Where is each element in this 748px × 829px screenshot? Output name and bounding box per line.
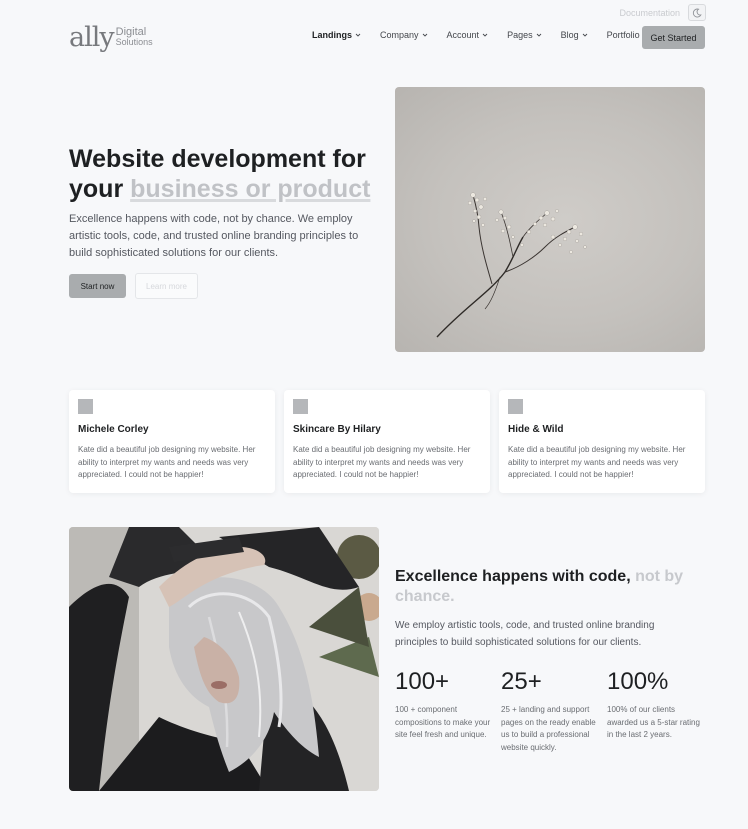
hero-description: Excellence happens with code, not by cha…	[69, 213, 359, 259]
feature-image	[69, 527, 379, 791]
testimonial-card: Michele Corley Kate did a beautiful job …	[69, 390, 275, 493]
chevron-down-icon	[482, 33, 488, 37]
nav-item-pages[interactable]: Pages	[507, 30, 542, 40]
main-nav: Landings Company Account Pages Blog Port…	[312, 30, 668, 40]
stat-value: 100%	[607, 668, 669, 695]
stat-value: 25+	[501, 668, 542, 695]
testimonial-card: Hide & Wild Kate did a beautiful job des…	[499, 390, 705, 493]
logo[interactable]: ally Digital Solutions	[69, 22, 153, 52]
nav-item-label: Account	[446, 30, 480, 40]
stat-text: 100 + component compositions to make you…	[395, 705, 491, 739]
chevron-down-icon	[536, 33, 541, 37]
testimonial-text: Kate did a beautiful job designing my we…	[293, 445, 471, 479]
avatar	[78, 399, 93, 414]
stat-item: 100% 100% of our clients awarded us a 5-…	[607, 667, 707, 742]
nav-item-label: Company	[380, 30, 419, 40]
feature-title-text: Excellence happens with code,	[395, 568, 636, 585]
nav-item-label: Landings	[312, 30, 352, 40]
chevron-down-icon	[355, 33, 361, 37]
testimonial-text: Kate did a beautiful job designing my we…	[508, 445, 686, 479]
nav-item-blog[interactable]: Blog	[561, 30, 588, 40]
avatar	[293, 399, 308, 414]
dried-flower-illustration	[436, 192, 587, 338]
testimonial-card: Skincare By Hilary Kate did a beautiful …	[284, 390, 490, 493]
stat-text: 25 + landing and support pages on the re…	[501, 705, 596, 752]
documentation-link[interactable]: Documentation	[619, 8, 680, 18]
nav-item-label: Portfolio	[606, 30, 640, 40]
avatar	[508, 399, 523, 414]
logo-mark: ally	[69, 21, 115, 53]
testimonial-name: Skincare By Hilary	[293, 424, 381, 435]
testimonial-text: Kate did a beautiful job designing my we…	[78, 445, 256, 479]
topbar: Documentation	[619, 4, 706, 21]
dark-mode-toggle[interactable]	[688, 4, 706, 21]
nav-item-company[interactable]: Company	[380, 30, 428, 40]
nav-item-account[interactable]: Account	[447, 30, 489, 40]
hero-title-highlight: business or product	[130, 175, 371, 203]
hero-image	[395, 87, 705, 352]
moon-icon	[692, 8, 702, 17]
chevron-down-icon	[422, 33, 427, 37]
start-now-button[interactable]: Start now	[69, 274, 126, 298]
nav-item-landings[interactable]: Landings	[312, 30, 361, 40]
learn-more-button[interactable]: Learn more	[135, 273, 198, 299]
logo-text: Digital Solutions	[116, 27, 153, 47]
feature-description: We employ artistic tools, code, and trus…	[395, 620, 655, 648]
chevron-down-icon	[582, 33, 587, 37]
nav-item-label: Pages	[507, 30, 533, 40]
logo-line-2: Solutions	[115, 37, 153, 47]
stat-text: 100% of our clients awarded us a 5-star …	[607, 705, 700, 739]
stat-value: 100+	[395, 668, 450, 695]
hero-title: Website development for your business or…	[69, 144, 379, 204]
feature-title: Excellence happens with code, not by cha…	[395, 567, 705, 607]
get-started-button[interactable]: Get Started	[642, 26, 705, 49]
testimonial-name: Michele Corley	[78, 424, 149, 435]
woman-portrait-illustration	[69, 527, 379, 791]
nav-item-label: Blog	[560, 30, 579, 40]
stat-item: 100+ 100 + component compositions to mak…	[395, 667, 495, 742]
stat-item: 25+ 25 + landing and support pages on th…	[501, 667, 601, 754]
testimonial-name: Hide & Wild	[508, 424, 564, 435]
